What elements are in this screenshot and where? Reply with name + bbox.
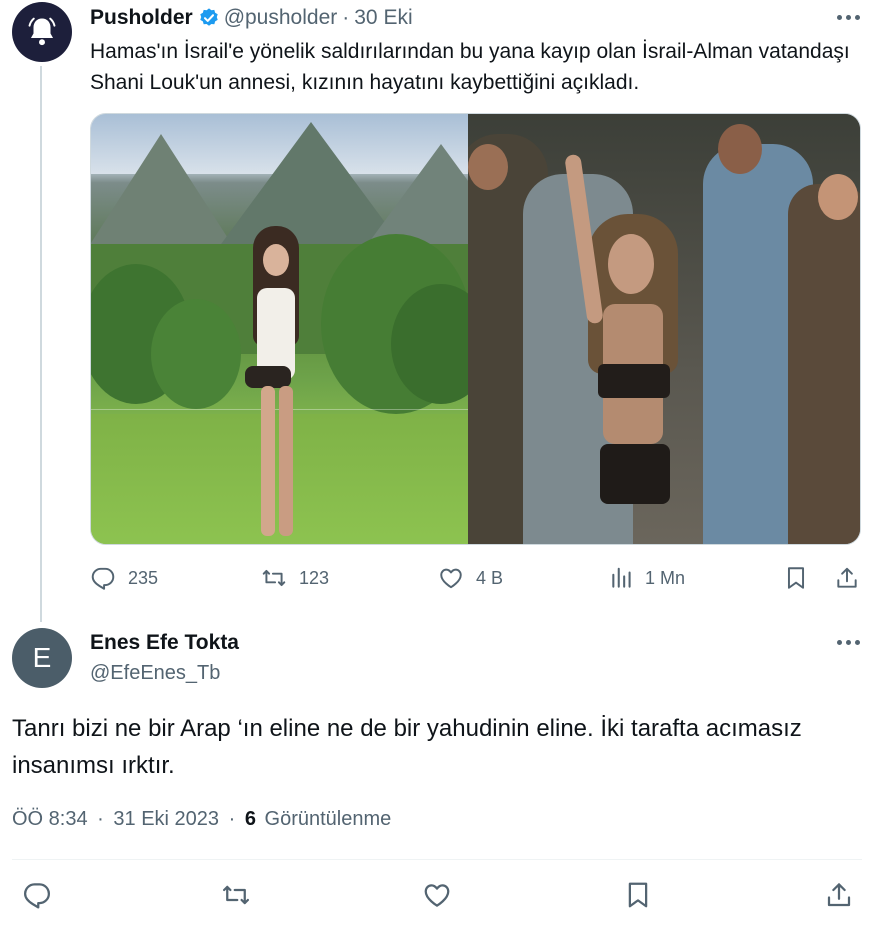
like-button[interactable] — [422, 880, 452, 910]
views-count: 1 Mn — [645, 567, 686, 588]
bookmark-icon — [787, 567, 805, 589]
retweet-count: 123 — [299, 567, 330, 588]
thread-connector-line — [40, 66, 42, 622]
author-name[interactable]: Pusholder — [90, 6, 193, 30]
share-icon — [837, 567, 857, 588]
more-icon[interactable] — [832, 630, 864, 654]
reply-button[interactable] — [22, 880, 52, 910]
author-handle[interactable]: @pusholder — [224, 6, 338, 30]
avatar-letter: E — [32, 642, 52, 673]
tweet-text: Hamas'ın İsrail'e yönelik saldırılarında… — [90, 40, 850, 94]
avatar[interactable]: E — [12, 628, 72, 688]
views-label: Görüntülenme — [264, 808, 392, 830]
media-photo-1[interactable] — [91, 114, 469, 544]
views-button[interactable]: 1 Mn — [609, 565, 685, 591]
tweet-meta: ÖÖ 8:34 · 31 Eki 2023 · 6 Görüntülenme — [12, 808, 391, 831]
separator-dot: · — [97, 808, 104, 830]
like-icon — [424, 884, 450, 907]
author-handle[interactable]: @EfeEnes_Tb — [90, 662, 220, 685]
reply-icon — [91, 567, 115, 590]
separator-dot: · — [342, 6, 350, 29]
author-name[interactable]: Enes Efe Tokta — [90, 631, 239, 655]
bell-icon — [28, 17, 56, 46]
divider — [12, 859, 862, 860]
tweet-text: Tanrı bizi ne bir Arap ‘ın eline ne de b… — [12, 715, 802, 779]
share-icon — [827, 883, 851, 907]
bookmark-button[interactable] — [623, 880, 653, 910]
tweet-media[interactable] — [90, 113, 861, 545]
reply-button[interactable]: 235 — [90, 565, 158, 591]
avatar[interactable] — [12, 2, 72, 62]
like-icon — [440, 568, 462, 589]
tweet-date[interactable]: 30 Eki — [354, 6, 412, 30]
reply-count: 235 — [128, 567, 159, 588]
share-button[interactable] — [834, 565, 860, 591]
like-count: 4 B — [476, 567, 504, 588]
views-icon — [612, 567, 631, 588]
tweet-header: Pusholder @pusholder · 30 Eki — [90, 5, 413, 31]
tweet-time[interactable]: ÖÖ 8:34 — [12, 808, 88, 830]
bookmark-button[interactable] — [783, 565, 809, 591]
retweet-button[interactable]: 123 — [261, 565, 329, 591]
views-count: 6 — [244, 808, 256, 830]
bookmark-icon — [628, 882, 648, 908]
tweet-date[interactable]: 31 Eki 2023 — [113, 808, 219, 830]
retweet-button[interactable] — [221, 880, 251, 910]
share-button[interactable] — [824, 880, 854, 910]
retweet-icon — [223, 885, 249, 905]
separator-dot: · — [228, 808, 236, 830]
media-photo-2[interactable] — [468, 114, 860, 544]
like-button[interactable]: 4 B — [438, 565, 503, 591]
retweet-icon — [262, 569, 286, 587]
verified-badge-icon — [199, 8, 218, 26]
reply-icon — [24, 883, 50, 909]
more-icon[interactable] — [832, 5, 864, 29]
